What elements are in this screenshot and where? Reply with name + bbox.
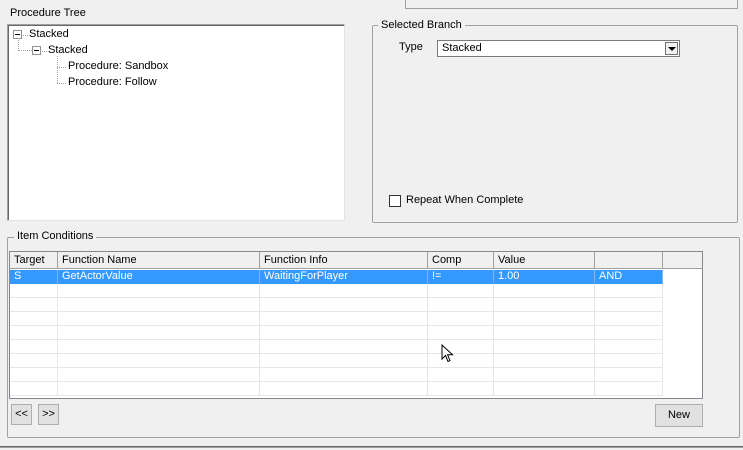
- empty-cell: [10, 340, 58, 354]
- empty-cell: [260, 368, 428, 382]
- empty-cell: [10, 354, 58, 368]
- empty-cell: [595, 382, 663, 396]
- tree-node-stacked-child[interactable]: Stacked: [48, 43, 88, 58]
- empty-cell: [58, 368, 260, 382]
- empty-cell: [428, 312, 494, 326]
- procedure-tree-label: Procedure Tree: [10, 7, 86, 19]
- tree-connector: [57, 56, 58, 83]
- empty-cell: [428, 368, 494, 382]
- empty-cell: [10, 368, 58, 382]
- tree-connector: [18, 50, 32, 51]
- empty-cell: [58, 354, 260, 368]
- next-button[interactable]: >>: [38, 404, 59, 425]
- tree-connector: [57, 67, 66, 68]
- item-conditions-label: Item Conditions: [14, 230, 97, 242]
- column-header-logic[interactable]: [595, 252, 663, 269]
- empty-cell: [494, 354, 595, 368]
- table-row[interactable]: S GetActorValue WaitingForPlayer != 1.00…: [10, 270, 663, 284]
- tree-node-procedure-sandbox[interactable]: Procedure: Sandbox: [68, 59, 168, 74]
- repeat-when-complete-label[interactable]: Repeat When Complete: [406, 194, 523, 206]
- empty-cell: [260, 326, 428, 340]
- cell-function-info[interactable]: WaitingForPlayer: [260, 270, 428, 284]
- cell-function-name[interactable]: GetActorValue: [58, 270, 260, 284]
- empty-cell: [595, 368, 663, 382]
- column-header-function-name[interactable]: Function Name: [58, 252, 260, 269]
- empty-cell: [10, 312, 58, 326]
- empty-cell: [428, 284, 494, 298]
- repeat-when-complete-checkbox[interactable]: [389, 195, 401, 207]
- empty-table-row: [10, 368, 663, 382]
- empty-cell: [260, 284, 428, 298]
- empty-cell: [428, 354, 494, 368]
- collapse-icon[interactable]: [13, 30, 22, 39]
- empty-cell: [595, 326, 663, 340]
- procedure-tree[interactable]: Stacked Stacked Procedure: Sandbox Proce…: [7, 24, 345, 221]
- previous-button[interactable]: <<: [11, 404, 32, 425]
- empty-cell: [10, 298, 58, 312]
- type-dropdown-value: Stacked: [442, 42, 482, 54]
- empty-table-row: [10, 312, 663, 326]
- tree-connector: [57, 83, 66, 84]
- empty-table-row: [10, 326, 663, 340]
- empty-cell: [595, 340, 663, 354]
- empty-cell: [595, 354, 663, 368]
- empty-cell: [494, 298, 595, 312]
- empty-cell: [10, 382, 58, 396]
- empty-cell: [428, 340, 494, 354]
- empty-cell: [494, 340, 595, 354]
- new-button[interactable]: New: [655, 404, 703, 427]
- empty-cell: [428, 382, 494, 396]
- empty-cell: [494, 368, 595, 382]
- top-group-box-fragment: [405, 0, 738, 9]
- tree-node-stacked-root[interactable]: Stacked: [29, 27, 69, 42]
- empty-cell: [595, 312, 663, 326]
- column-header-filler: [663, 252, 702, 269]
- empty-table-row: [10, 354, 663, 368]
- cell-logic[interactable]: AND: [595, 270, 663, 284]
- column-header-target[interactable]: Target: [10, 252, 58, 269]
- cell-target[interactable]: S: [10, 270, 58, 284]
- tree-connector: [42, 51, 47, 52]
- mouse-cursor-icon: [441, 344, 454, 363]
- column-header-function-info[interactable]: Function Info: [260, 252, 428, 269]
- empty-cell: [58, 284, 260, 298]
- empty-cell: [58, 340, 260, 354]
- column-header-comp[interactable]: Comp: [428, 252, 494, 269]
- type-dropdown[interactable]: Stacked: [437, 40, 680, 57]
- cell-comp[interactable]: !=: [428, 270, 494, 284]
- empty-cell: [58, 312, 260, 326]
- empty-cell: [428, 298, 494, 312]
- empty-cell: [260, 354, 428, 368]
- empty-cell: [595, 284, 663, 298]
- empty-cell: [58, 298, 260, 312]
- empty-cell: [58, 326, 260, 340]
- empty-table-row: [10, 298, 663, 312]
- empty-cell: [58, 382, 260, 396]
- bottom-divider: [0, 446, 743, 448]
- empty-cell: [260, 298, 428, 312]
- empty-cell: [260, 312, 428, 326]
- empty-cell: [494, 284, 595, 298]
- empty-cell: [10, 284, 58, 298]
- empty-cell: [428, 326, 494, 340]
- empty-table-row: [10, 284, 663, 298]
- conditions-table[interactable]: Target Function Name Function Info Comp …: [9, 251, 703, 399]
- empty-table-row: [10, 340, 663, 354]
- empty-cell: [494, 382, 595, 396]
- empty-cell: [494, 326, 595, 340]
- empty-cell: [260, 382, 428, 396]
- empty-cell: [595, 298, 663, 312]
- selected-branch-label: Selected Branch: [378, 19, 465, 31]
- collapse-icon[interactable]: [32, 46, 41, 55]
- column-header-value[interactable]: Value: [494, 252, 595, 269]
- type-label: Type: [399, 41, 423, 53]
- empty-table-row: [10, 382, 663, 396]
- empty-cell: [10, 326, 58, 340]
- tree-connector: [23, 35, 28, 36]
- tree-node-procedure-follow[interactable]: Procedure: Follow: [68, 75, 157, 90]
- cell-value[interactable]: 1.00: [494, 270, 595, 284]
- chevron-down-icon[interactable]: [665, 42, 678, 55]
- empty-cell: [260, 340, 428, 354]
- empty-cell: [494, 312, 595, 326]
